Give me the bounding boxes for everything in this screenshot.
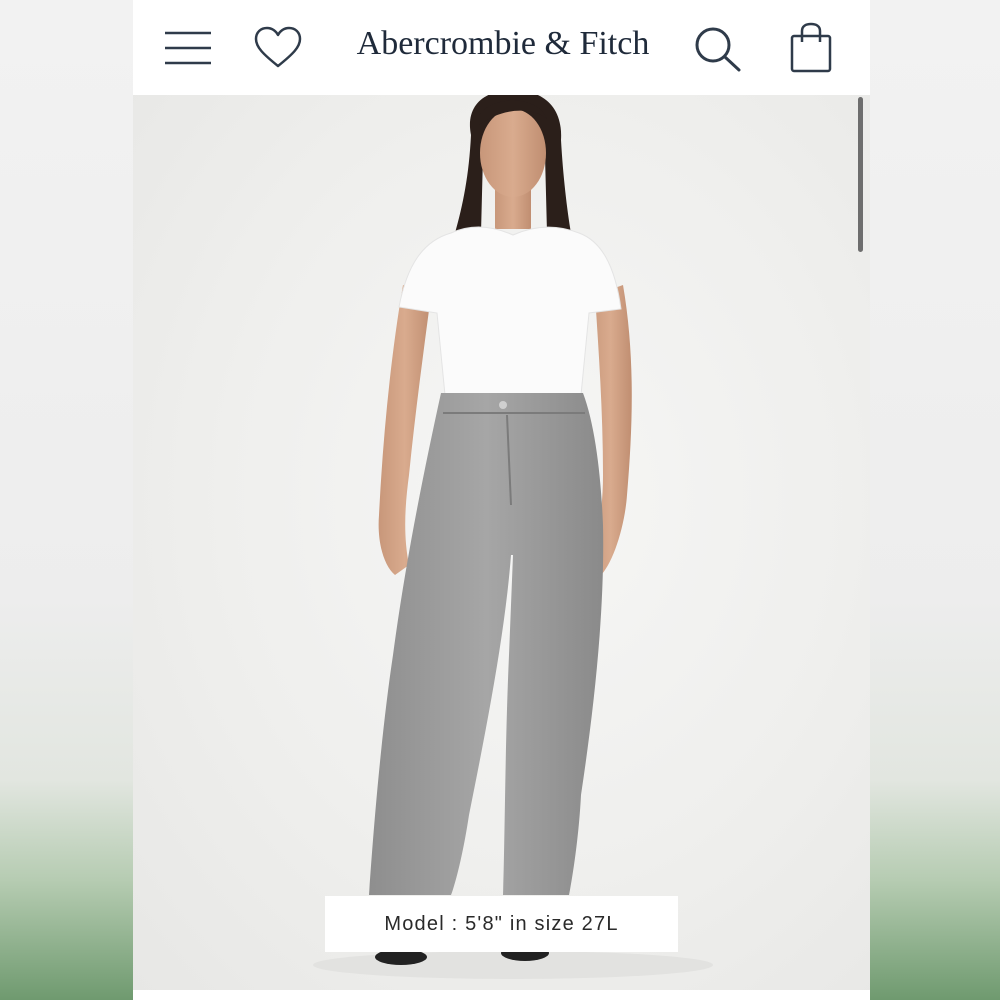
product-page: Abercrombie & Fitch Model: 5'8" in size… [133, 0, 870, 1000]
site-header: Abercrombie & Fitch [133, 0, 870, 95]
model-illustration [313, 95, 713, 979]
product-image[interactable] [133, 95, 870, 990]
heart-icon[interactable] [253, 26, 303, 70]
right-backdrop [870, 0, 1000, 1000]
model-size-caption: Model : 5'8" in size 27L [325, 896, 678, 952]
menu-icon[interactable] [163, 30, 213, 66]
search-icon[interactable] [693, 25, 743, 73]
face [480, 109, 546, 197]
shopping-bag-icon[interactable] [788, 22, 834, 74]
left-backdrop [0, 0, 133, 1000]
scrollbar[interactable] [858, 97, 863, 252]
brand-logo[interactable]: Abercrombie & Fitch [333, 22, 673, 66]
page-bottom-strip [133, 990, 870, 1000]
white-tshirt [398, 226, 622, 396]
